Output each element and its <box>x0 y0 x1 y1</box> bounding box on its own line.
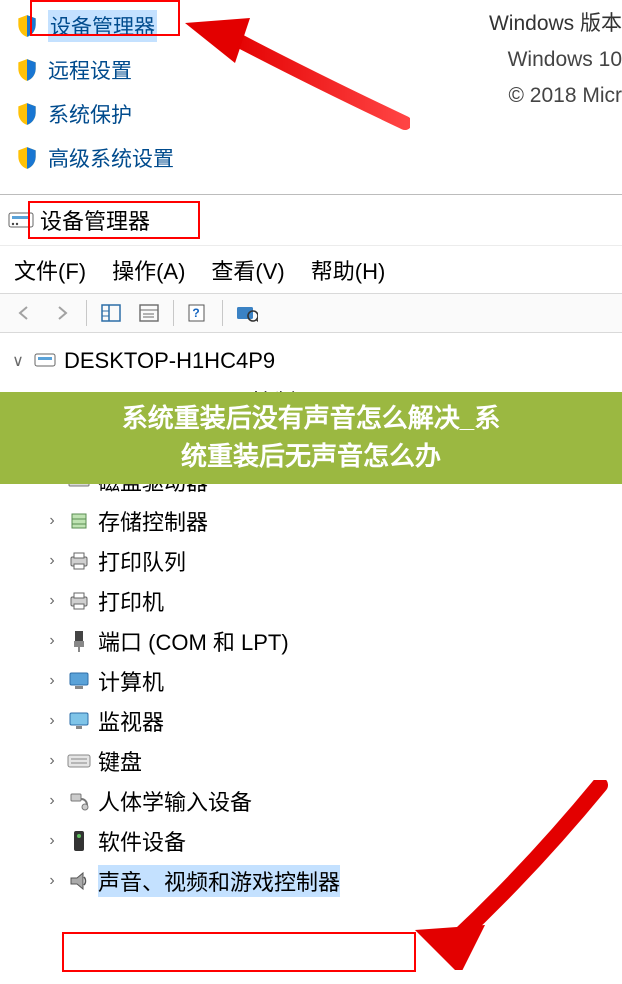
tree-node-label: 打印队列 <box>98 545 186 577</box>
tree-node-hid[interactable]: › 人体学输入设备 <box>8 781 622 821</box>
expand-icon[interactable]: › <box>42 632 62 650</box>
tree-node-software-devices[interactable]: › 软件设备 <box>8 821 622 861</box>
shield-icon <box>14 57 40 83</box>
cp-link-advanced-settings[interactable]: 高级系统设置 <box>14 136 622 180</box>
expand-icon[interactable]: › <box>42 672 62 690</box>
expand-icon[interactable]: › <box>42 512 62 530</box>
menu-view[interactable]: 查看(V) <box>211 254 284 286</box>
toolbar-separator <box>173 300 174 326</box>
tree-root-label: DESKTOP-H1HC4P9 <box>64 348 275 374</box>
expand-icon[interactable]: › <box>42 712 62 730</box>
cp-link-label: 远程设置 <box>48 55 132 85</box>
winver-line: Windows 10 <box>489 42 622 78</box>
collapse-icon[interactable]: ∨ <box>8 351 28 371</box>
tree-node-label: 人体学输入设备 <box>98 785 252 817</box>
sound-icon <box>66 868 92 894</box>
ports-icon <box>66 628 92 654</box>
tree-node-label: 软件设备 <box>98 825 186 857</box>
winver-header: Windows 版本 <box>489 6 622 42</box>
tree-node-sound[interactable]: › 声音、视频和游戏控制器 <box>8 861 622 901</box>
toolbar-back-button[interactable] <box>6 297 42 329</box>
annotation-red-box-sound <box>62 932 416 972</box>
toolbar-separator <box>222 300 223 326</box>
hid-icon <box>66 788 92 814</box>
overlay-banner: 系统重装后没有声音怎么解决_系 统重装后无声音怎么办 <box>0 392 622 484</box>
tree-node-storage-controllers[interactable]: › 存储控制器 <box>8 501 622 541</box>
toolbar-properties-button[interactable] <box>131 297 167 329</box>
toolbar-scan-button[interactable] <box>229 297 265 329</box>
menu-action[interactable]: 操作(A) <box>112 254 185 286</box>
computer-icon <box>66 668 92 694</box>
shield-icon <box>14 145 40 171</box>
menu-bar: 文件(F) 操作(A) 查看(V) 帮助(H) <box>0 245 622 293</box>
expand-icon[interactable]: › <box>42 872 62 890</box>
tree-node-printers[interactable]: › 打印机 <box>8 581 622 621</box>
tree-node-label: 计算机 <box>98 665 164 697</box>
tree-node-label: 端口 (COM 和 LPT) <box>98 625 289 657</box>
menu-help[interactable]: 帮助(H) <box>311 254 386 286</box>
banner-line: 系统重装后没有声音怎么解决_系 <box>122 400 500 438</box>
software-device-icon <box>66 828 92 854</box>
tree-node-label: 键盘 <box>98 745 142 777</box>
tree-node-ports[interactable]: › 端口 (COM 和 LPT) <box>8 621 622 661</box>
tree-node-monitors[interactable]: › 监视器 <box>8 701 622 741</box>
tree-node-label: 监视器 <box>98 705 164 737</box>
tree-node-label: 打印机 <box>98 585 164 617</box>
toolbar-forward-button[interactable] <box>44 297 80 329</box>
expand-icon[interactable]: › <box>42 592 62 610</box>
print-queue-icon <box>66 548 92 574</box>
winver-line: © 2018 Micr <box>489 78 622 114</box>
toolbar: ? <box>0 293 622 333</box>
shield-icon <box>14 101 40 127</box>
tree-node-computer[interactable]: › 计算机 <box>8 661 622 701</box>
monitor-icon <box>66 708 92 734</box>
storage-controller-icon <box>66 508 92 534</box>
tree-node-keyboards[interactable]: › 键盘 <box>8 741 622 781</box>
cp-link-label: 高级系统设置 <box>48 143 174 173</box>
expand-icon[interactable]: › <box>42 832 62 850</box>
banner-line: 统重装后无声音怎么办 <box>181 438 441 476</box>
window-titlebar: 设备管理器 <box>0 195 622 245</box>
expand-icon[interactable]: › <box>42 552 62 570</box>
keyboard-icon <box>66 748 92 774</box>
tree-root[interactable]: ∨ DESKTOP-H1HC4P9 <box>8 341 622 381</box>
toolbar-separator <box>86 300 87 326</box>
menu-file[interactable]: 文件(F) <box>14 254 86 286</box>
computer-icon <box>32 348 58 374</box>
toolbar-help-button[interactable]: ? <box>180 297 216 329</box>
annotation-red-box-title <box>28 201 200 239</box>
windows-version-block: Windows 版本 Windows 10 © 2018 Micr <box>489 6 622 114</box>
expand-icon[interactable]: › <box>42 792 62 810</box>
tree-node-label: 声音、视频和游戏控制器 <box>98 865 340 897</box>
printer-icon <box>66 588 92 614</box>
tree-node-print-queues[interactable]: › 打印队列 <box>8 541 622 581</box>
annotation-red-box-top <box>30 0 180 36</box>
svg-text:?: ? <box>192 306 199 320</box>
cp-link-label: 系统保护 <box>48 99 132 129</box>
toolbar-show-hide-button[interactable] <box>93 297 129 329</box>
expand-icon[interactable]: › <box>42 752 62 770</box>
tree-node-label: 存储控制器 <box>98 505 208 537</box>
